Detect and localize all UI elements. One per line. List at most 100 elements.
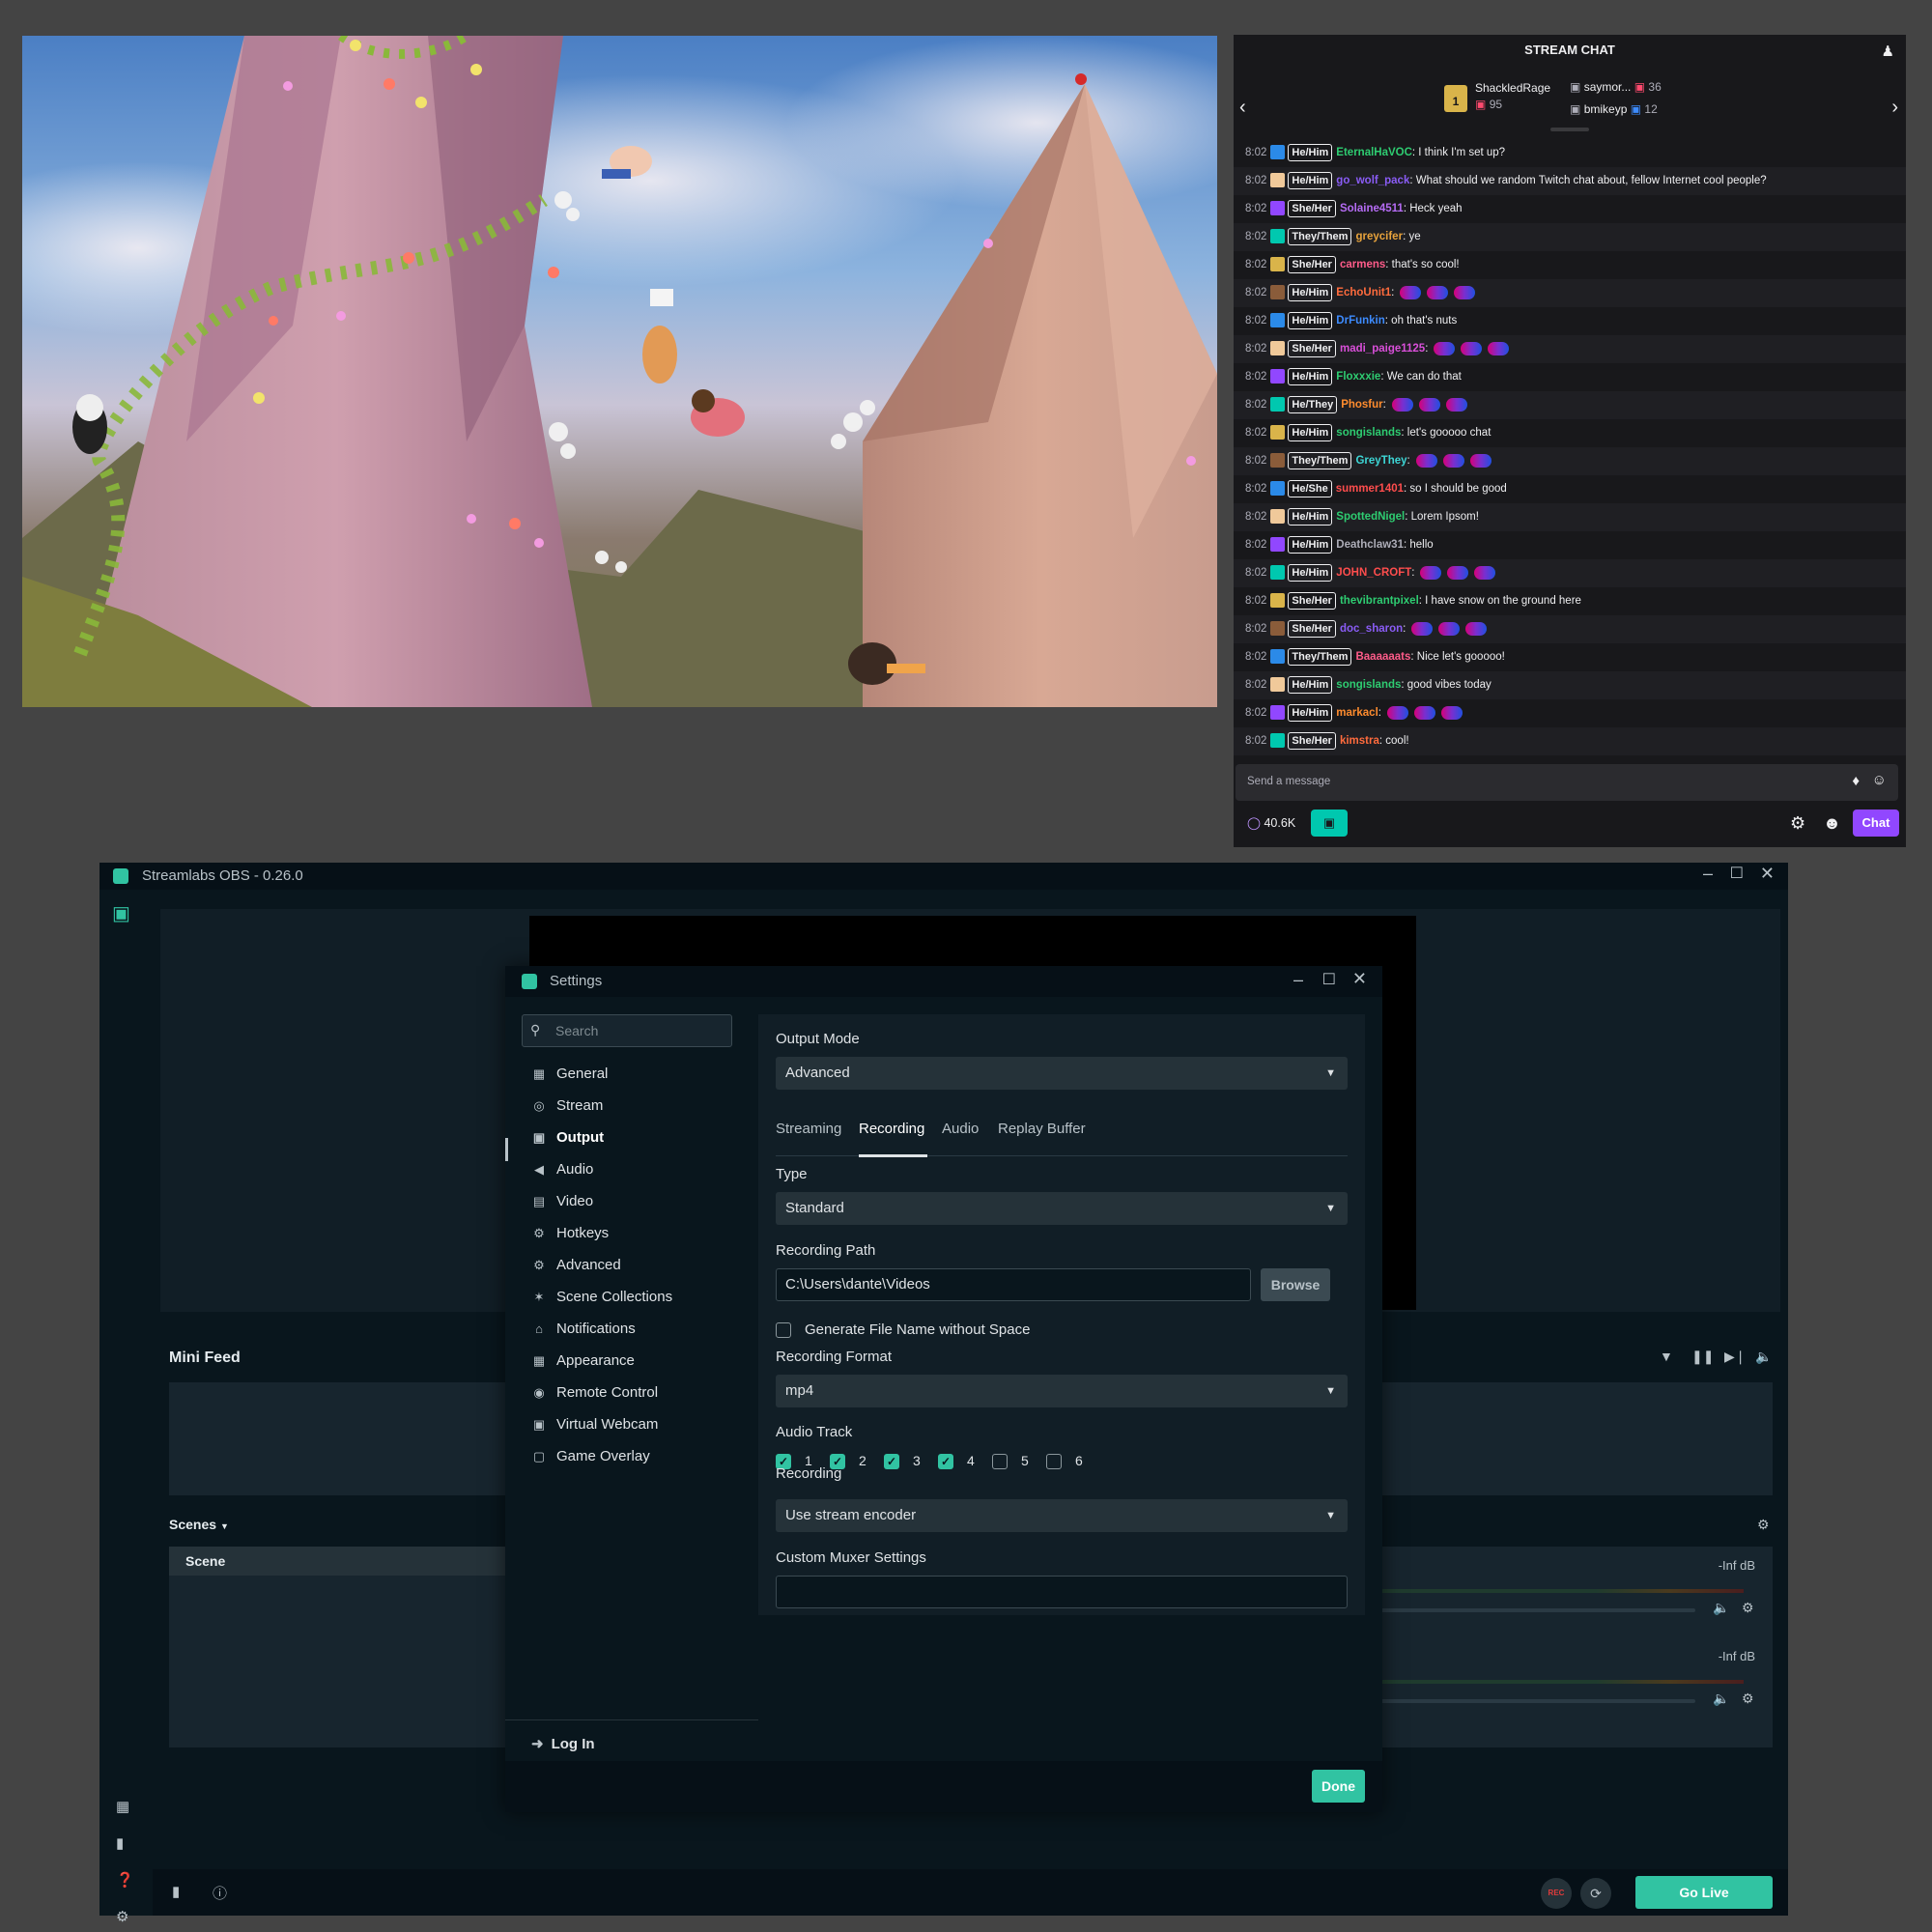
- settings-nav-item[interactable]: ▤ Video: [531, 1190, 593, 1213]
- chat-username[interactable]: madi_paige1125: [1340, 343, 1425, 355]
- chat-username[interactable]: summer1401: [1336, 483, 1404, 495]
- filter-icon[interactable]: ▼: [1660, 1349, 1673, 1364]
- settings-nav-item[interactable]: ▦ Appearance: [531, 1350, 635, 1373]
- speaker-icon[interactable]: 🔈: [1713, 1600, 1729, 1616]
- gear-icon[interactable]: ⚙: [1742, 1690, 1754, 1707]
- settings-nav-item[interactable]: ▣ Output: [531, 1126, 604, 1150]
- channel-points[interactable]: ◯ 40.6K: [1247, 815, 1295, 830]
- bits-icon[interactable]: ♦: [1852, 773, 1860, 789]
- audio-track-checkbox[interactable]: [1046, 1454, 1062, 1469]
- minimize-icon[interactable]: –: [1293, 970, 1303, 990]
- chat-send-button[interactable]: Chat: [1853, 810, 1899, 837]
- subscriber-badge-icon: [1270, 257, 1286, 272]
- mixer-settings-icon[interactable]: ⚙: [1757, 1517, 1770, 1533]
- settings-nav-item[interactable]: ◉ Remote Control: [531, 1381, 658, 1405]
- mute-alerts-icon[interactable]: 🔈: [1755, 1349, 1772, 1365]
- recording-encoder-select[interactable]: Use stream encoder ▼: [776, 1499, 1348, 1532]
- go-live-button[interactable]: Go Live: [1635, 1876, 1773, 1909]
- chat-username[interactable]: Baaaaaats: [1355, 651, 1410, 663]
- performance-icon[interactable]: ▮: [172, 1883, 180, 1900]
- close-icon[interactable]: ✕: [1352, 969, 1367, 989]
- chat-username[interactable]: EternalHaVOC: [1336, 147, 1412, 158]
- carousel-prev-icon[interactable]: ‹: [1239, 97, 1246, 119]
- tab-audio[interactable]: Audio: [942, 1121, 979, 1137]
- audio-track-checkbox[interactable]: ✓: [938, 1454, 953, 1469]
- settings-nav-item[interactable]: ▣ Virtual Webcam: [531, 1413, 658, 1436]
- themes-icon[interactable]: ▮: [116, 1834, 124, 1852]
- record-button[interactable]: REC: [1541, 1878, 1572, 1909]
- custom-muxer-input[interactable]: [776, 1576, 1348, 1608]
- chat-username[interactable]: GreyThey: [1355, 455, 1406, 467]
- chat-username[interactable]: thevibrantpixel: [1340, 595, 1419, 607]
- replay-buffer-icon[interactable]: ⟳: [1580, 1878, 1611, 1909]
- settings-nav-item[interactable]: ⚙ Advanced: [531, 1254, 621, 1277]
- message-timestamp: 8:02: [1245, 399, 1267, 411]
- help-icon[interactable]: ❓: [116, 1871, 134, 1889]
- maximize-icon[interactable]: ☐: [1322, 970, 1336, 989]
- studio-camera-icon[interactable]: ▣: [112, 901, 130, 925]
- scenes-title[interactable]: Scenes ▼: [169, 1517, 229, 1532]
- speaker-icon[interactable]: 🔈: [1713, 1690, 1729, 1707]
- done-button[interactable]: Done: [1312, 1770, 1365, 1803]
- chat-username[interactable]: songislands: [1336, 427, 1401, 439]
- gifter-entry: ▣ saymor... ▣ 36: [1570, 80, 1662, 94]
- chat-username[interactable]: greycifer: [1355, 231, 1403, 242]
- mod-icon[interactable]: ☻: [1823, 813, 1841, 834]
- chat-username[interactable]: Floxxxie: [1336, 371, 1380, 383]
- chat-username[interactable]: DrFunkin: [1336, 315, 1384, 327]
- settings-nav-item[interactable]: ▦ General: [531, 1063, 609, 1086]
- maximize-icon[interactable]: ☐: [1730, 864, 1744, 883]
- layout-icon[interactable]: ▦: [116, 1798, 129, 1815]
- tab-replay-buffer[interactable]: Replay Buffer: [998, 1121, 1086, 1137]
- info-icon[interactable]: ⓘ: [213, 1883, 227, 1903]
- chat-message: 8:02 He/Him Floxxxie: We can do that: [1234, 363, 1906, 391]
- login-link[interactable]: ➜ Log In: [531, 1735, 595, 1752]
- settings-icon[interactable]: ⚙: [116, 1908, 128, 1925]
- settings-nav-item[interactable]: ◎ Stream: [531, 1094, 603, 1118]
- message-timestamp: 8:02: [1245, 343, 1267, 355]
- chat-username[interactable]: Solaine4511: [1340, 203, 1404, 214]
- generate-filename-checkbox[interactable]: [776, 1322, 791, 1338]
- chat-username[interactable]: markacl: [1336, 707, 1378, 719]
- settings-nav-item[interactable]: ⚙ Hotkeys: [531, 1222, 609, 1245]
- audio-track-checkbox[interactable]: [992, 1454, 1008, 1469]
- browse-button[interactable]: Browse: [1261, 1268, 1330, 1301]
- prediction-button[interactable]: ▣: [1311, 810, 1348, 837]
- login-icon: ➜: [531, 1736, 544, 1752]
- chat-username[interactable]: Phosfur: [1341, 399, 1382, 411]
- gear-icon[interactable]: ⚙: [1742, 1600, 1754, 1616]
- pause-icon[interactable]: ❚❚: [1691, 1349, 1714, 1365]
- subscriber-badge-icon: [1270, 229, 1286, 244]
- chat-username[interactable]: go_wolf_pack: [1336, 175, 1409, 186]
- audio-track-checkbox[interactable]: ✓: [884, 1454, 899, 1469]
- tab-streaming[interactable]: Streaming: [776, 1121, 841, 1137]
- carousel-next-icon[interactable]: ›: [1891, 97, 1898, 119]
- recording-format-select[interactable]: mp4 ▼: [776, 1375, 1348, 1407]
- chat-username[interactable]: doc_sharon: [1340, 623, 1403, 635]
- chevron-down-icon: ▼: [1325, 1203, 1336, 1214]
- type-select[interactable]: Standard ▼: [776, 1192, 1348, 1225]
- output-mode-select[interactable]: Advanced ▼: [776, 1057, 1348, 1090]
- settings-nav-item[interactable]: ✶ Scene Collections: [531, 1286, 673, 1309]
- emote-picker-icon[interactable]: ☺: [1872, 772, 1887, 788]
- chat-username[interactable]: Deathclaw31: [1336, 539, 1404, 551]
- minimize-icon[interactable]: –: [1703, 864, 1713, 884]
- users-icon[interactable]: ♟: [1882, 43, 1894, 60]
- skip-icon[interactable]: ▶❘: [1724, 1349, 1747, 1365]
- subscriber-badge-icon: [1270, 509, 1286, 525]
- settings-gear-icon[interactable]: ⚙: [1790, 813, 1805, 834]
- settings-nav-item[interactable]: ◀ Audio: [531, 1158, 593, 1181]
- chat-input[interactable]: Send a message ♦ ☺: [1236, 764, 1898, 801]
- tab-recording[interactable]: Recording: [859, 1121, 924, 1137]
- chat-username[interactable]: carmens: [1340, 259, 1385, 270]
- chat-username[interactable]: JOHN_CROFT: [1336, 567, 1411, 579]
- chat-username[interactable]: SpottedNigel: [1336, 511, 1405, 523]
- settings-nav-item[interactable]: ⌂ Notifications: [531, 1318, 636, 1341]
- chat-username[interactable]: EchoUnit1: [1336, 287, 1391, 298]
- recording-path-input[interactable]: C:\Users\dante\Videos: [776, 1268, 1251, 1301]
- chat-username[interactable]: songislands: [1336, 679, 1401, 691]
- chat-username[interactable]: kimstra: [1340, 735, 1379, 747]
- settings-nav-item[interactable]: ▢ Game Overlay: [531, 1445, 650, 1468]
- message-timestamp: 8:02: [1245, 539, 1267, 551]
- close-icon[interactable]: ✕: [1760, 864, 1775, 884]
